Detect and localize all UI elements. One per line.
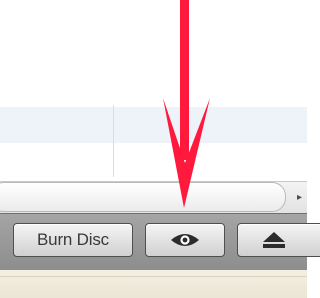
column-divider [113,105,114,177]
eject-button[interactable] [237,223,320,257]
eject-icon [263,232,285,248]
chevron-right-icon: ▸ [296,191,303,203]
burn-disc-button[interactable]: Burn Disc [13,223,133,257]
file-list-area [0,0,307,180]
status-strip [0,270,307,298]
list-row[interactable] [0,107,307,143]
burn-disc-label: Burn Disc [37,230,109,249]
scroll-right-arrow[interactable]: ▸ [292,182,307,212]
scrollbar-thumb[interactable] [0,182,286,212]
quick-look-button[interactable] [145,223,225,257]
eye-icon [171,234,199,246]
divider [0,276,307,277]
